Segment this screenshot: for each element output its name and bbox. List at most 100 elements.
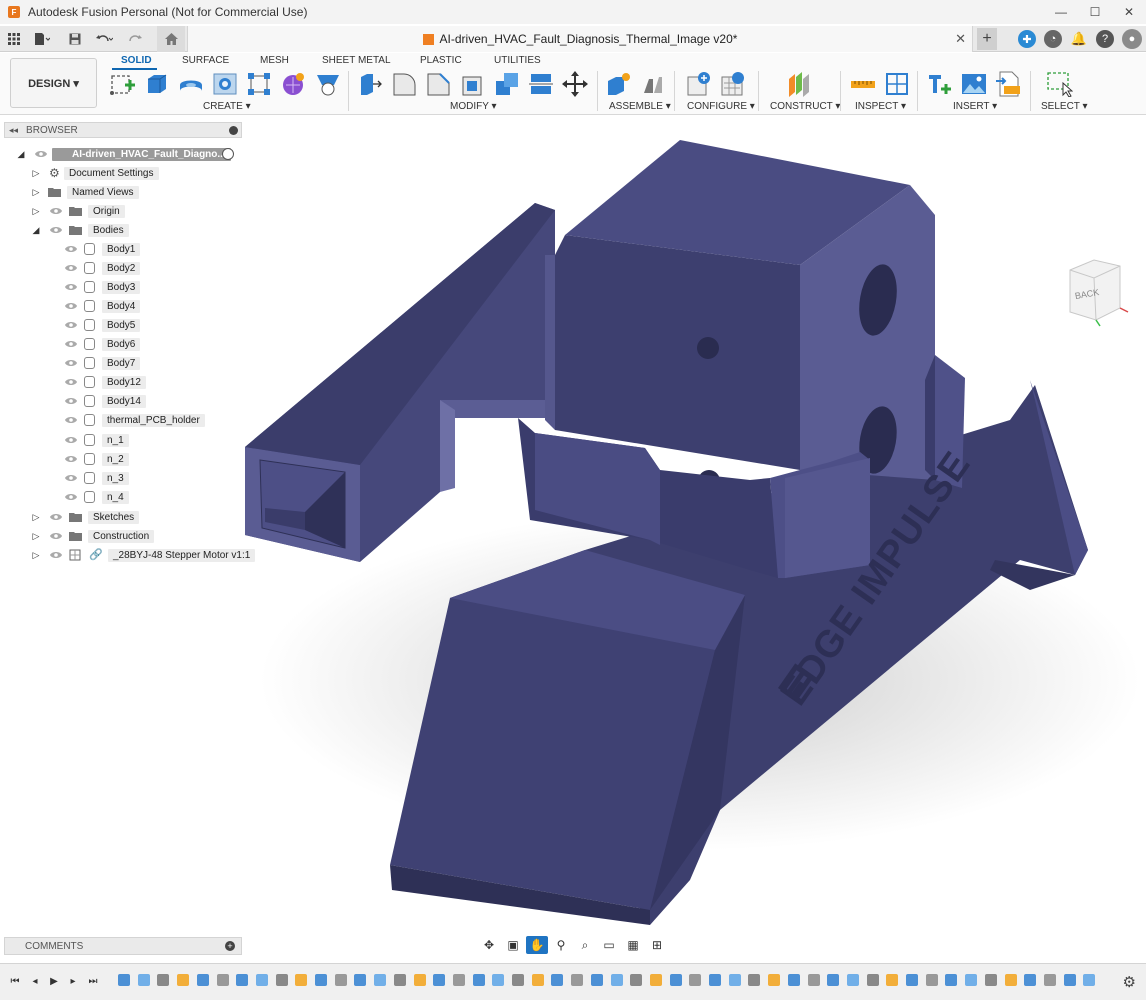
- select-box-icon[interactable]: [1047, 71, 1074, 98]
- timeline-feature-icon[interactable]: [413, 974, 426, 986]
- visibility-icon[interactable]: [65, 245, 77, 253]
- timeline-feature-icon[interactable]: [255, 974, 268, 986]
- browser-item[interactable]: Body14: [102, 393, 146, 409]
- browser-pin-icon[interactable]: [229, 126, 238, 135]
- redo-icon[interactable]: [124, 26, 148, 52]
- viewcube[interactable]: BACK: [1062, 256, 1130, 331]
- press-pull-icon[interactable]: [357, 71, 383, 97]
- expand-toggle-icon[interactable]: ◢: [31, 225, 41, 235]
- expand-toggle-icon[interactable]: ▷: [31, 206, 41, 216]
- activate-component-icon[interactable]: [222, 148, 234, 160]
- visibility-icon[interactable]: [65, 302, 77, 310]
- timeline-feature-icon[interactable]: [649, 974, 662, 986]
- timeline-feature-icon[interactable]: [295, 974, 308, 986]
- insert-svg-icon[interactable]: [995, 71, 1021, 97]
- help-icon[interactable]: ?: [1096, 30, 1114, 48]
- timeline-feature-icon[interactable]: [393, 974, 406, 986]
- timeline-feature-icon[interactable]: [689, 974, 702, 986]
- create-sketch-icon[interactable]: [109, 71, 135, 97]
- browser-item[interactable]: Bodies: [88, 222, 129, 238]
- visibility-icon[interactable]: [65, 264, 77, 272]
- split-body-icon[interactable]: [528, 71, 554, 97]
- timeline-feature-icon[interactable]: [137, 974, 150, 986]
- timeline-feature-icon[interactable]: [925, 974, 938, 986]
- visibility-icon[interactable]: [35, 150, 47, 158]
- visibility-icon[interactable]: [65, 321, 77, 329]
- configure-table-icon[interactable]: [686, 71, 712, 97]
- timeline-feature-icon[interactable]: [216, 974, 229, 986]
- look-at-icon[interactable]: ▣: [502, 936, 524, 954]
- timeline-feature-icon[interactable]: [551, 974, 564, 986]
- orbit-icon[interactable]: ✥: [478, 936, 500, 954]
- timeline-feature-icon[interactable]: [157, 974, 170, 986]
- browser-item[interactable]: Origin: [88, 203, 125, 219]
- group-create-label[interactable]: CREATE ▾: [203, 101, 251, 112]
- section-analysis-icon[interactable]: [884, 71, 910, 97]
- timeline-feature-icon[interactable]: [906, 974, 918, 986]
- timeline-feature-icon[interactable]: [965, 974, 978, 986]
- timeline-feature-icon[interactable]: [807, 974, 820, 986]
- offset-plane-icon[interactable]: [786, 71, 812, 97]
- browser-item[interactable]: n_4: [102, 489, 129, 505]
- timeline-feature-icon[interactable]: [728, 974, 741, 986]
- browser-root[interactable]: AI-driven_HVAC_Fault_Diagno...: [52, 146, 231, 162]
- timeline-feature-icon[interactable]: [177, 974, 190, 986]
- timeline-start-icon[interactable]: ⏮: [8, 974, 22, 988]
- minimize-button[interactable]: —: [1044, 0, 1078, 24]
- move-icon[interactable]: [562, 71, 588, 97]
- group-configure-label[interactable]: CONFIGURE ▾: [687, 101, 755, 112]
- timeline-settings-icon[interactable]: ⚙: [1123, 973, 1136, 991]
- shell-icon[interactable]: [460, 71, 486, 97]
- display-settings-icon[interactable]: ▭: [598, 936, 620, 954]
- timeline-feature-icon[interactable]: [630, 974, 643, 986]
- timeline-feature-icon[interactable]: [1043, 974, 1056, 986]
- group-assemble-label[interactable]: ASSEMBLE ▾: [609, 101, 671, 112]
- timeline-feature-icon[interactable]: [846, 974, 859, 986]
- timeline-feature-icon[interactable]: [492, 974, 505, 986]
- visibility-icon[interactable]: [50, 551, 62, 559]
- expand-toggle-icon[interactable]: ▷: [31, 187, 41, 197]
- collapse-browser-icon[interactable]: ◂◂: [9, 125, 18, 136]
- tab-surface[interactable]: SURFACE: [182, 55, 229, 66]
- tab-utilities[interactable]: UTILITIES: [494, 55, 541, 66]
- form-icon[interactable]: [280, 71, 306, 97]
- browser-item[interactable]: thermal_PCB_holder: [102, 412, 205, 428]
- timeline-next-icon[interactable]: ▸: [66, 974, 80, 988]
- browser-item[interactable]: Body1: [102, 241, 141, 257]
- measure-icon[interactable]: [850, 71, 876, 97]
- close-window-button[interactable]: ✕: [1112, 0, 1146, 24]
- pattern-icon[interactable]: [246, 71, 272, 97]
- tab-mesh[interactable]: MESH: [260, 55, 289, 66]
- browser-item[interactable]: Body7: [102, 355, 141, 371]
- joint-icon[interactable]: [640, 71, 666, 97]
- timeline-feature-icon[interactable]: [984, 974, 997, 986]
- timeline-feature-icon[interactable]: [354, 974, 367, 986]
- browser-item[interactable]: Body3: [102, 279, 141, 295]
- timeline-feature-icon[interactable]: [610, 974, 623, 986]
- timeline-feature-icon[interactable]: [472, 974, 485, 986]
- timeline-feature-icon[interactable]: [866, 974, 879, 986]
- visibility-icon[interactable]: [65, 455, 77, 463]
- visibility-icon[interactable]: [65, 359, 77, 367]
- visibility-icon[interactable]: [65, 436, 77, 444]
- new-tab-button[interactable]: +: [977, 28, 997, 50]
- browser-item[interactable]: Body6: [102, 336, 141, 352]
- add-comment-button[interactable]: +: [225, 941, 235, 951]
- undo-icon[interactable]: [92, 26, 116, 52]
- home-icon[interactable]: [157, 26, 185, 52]
- group-insert-label[interactable]: INSERT ▾: [953, 101, 997, 112]
- timeline-feature-icon[interactable]: [571, 974, 584, 986]
- close-tab-button[interactable]: ✕: [955, 31, 966, 47]
- visibility-icon[interactable]: [50, 513, 62, 521]
- fillet-icon[interactable]: [391, 71, 417, 97]
- extensions-icon[interactable]: ✚: [1018, 30, 1036, 48]
- timeline-feature-icon[interactable]: [334, 974, 347, 986]
- timeline-feature-icon[interactable]: [452, 974, 465, 986]
- timeline-end-icon[interactable]: ⏭: [86, 974, 100, 988]
- timeline-feature-icon[interactable]: [1083, 974, 1096, 986]
- file-menu-icon[interactable]: [30, 26, 54, 52]
- browser-item[interactable]: Named Views: [67, 184, 139, 200]
- timeline-feature-icon[interactable]: [512, 974, 524, 986]
- visibility-icon[interactable]: [65, 416, 77, 424]
- comments-panel[interactable]: COMMENTS +: [4, 937, 242, 955]
